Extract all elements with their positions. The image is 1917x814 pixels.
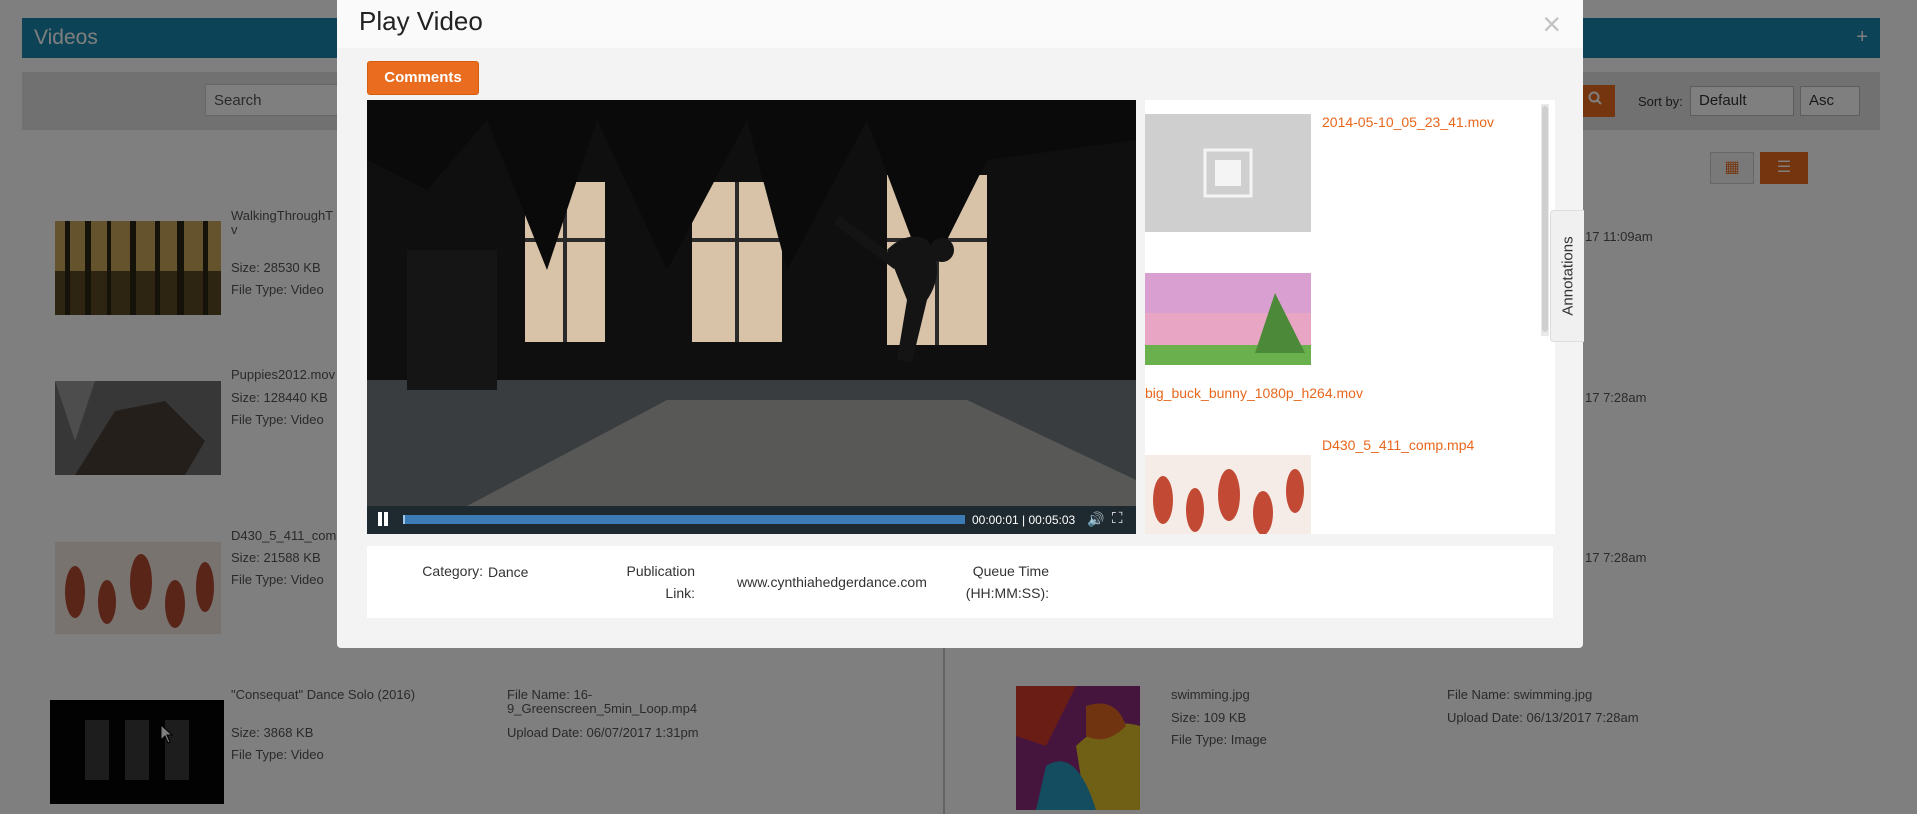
video-placeholder-thumbnail	[1145, 114, 1311, 232]
playlist: 2014-05-10_05_23_41.mov big_buck_bunny_1…	[1145, 100, 1555, 534]
play-video-modal: Play Video × Comments 00:00:01 | 00:05:0…	[337, 0, 1584, 648]
video-player[interactable]: 00:00:01 | 00:05:03 🔊 ⛶	[367, 100, 1136, 534]
playlist-item-name[interactable]: big_buck_bunny_1080p_h264.mov	[1145, 385, 1363, 401]
pause-icon[interactable]	[374, 510, 392, 530]
close-icon[interactable]: ×	[1542, 6, 1561, 43]
progress-fill	[403, 515, 405, 524]
modal-header: Play Video ×	[337, 0, 1583, 48]
video-info-panel: Category: Dance Publication Link: www.cy…	[367, 546, 1553, 618]
video-controls: 00:00:01 | 00:05:03 🔊 ⛶	[367, 506, 1136, 534]
queue-time-label-1: Queue Time	[972, 563, 1049, 579]
comments-button[interactable]: Comments	[367, 61, 479, 95]
playlist-item-name[interactable]: 2014-05-10_05_23_41.mov	[1322, 114, 1494, 130]
annotations-tab-label: Annotations	[1559, 236, 1576, 316]
playlist-scrollbar-thumb[interactable]	[1542, 106, 1548, 332]
fullscreen-icon[interactable]: ⛶	[1112, 510, 1123, 527]
category-value: Dance	[488, 564, 529, 580]
publication-link[interactable]: www.cynthiahedgerdance.com	[737, 574, 927, 590]
video-frame	[367, 100, 1136, 506]
modal-title: Play Video	[359, 6, 483, 36]
volume-icon[interactable]: 🔊	[1087, 511, 1104, 528]
annotations-tab[interactable]: Annotations	[1550, 210, 1584, 342]
video-thumbnail	[1145, 273, 1311, 365]
publication-label-2: Link:	[665, 585, 695, 601]
publication-label-1: Publication	[626, 563, 696, 579]
time-display: 00:00:01 | 00:05:03	[972, 513, 1076, 527]
queue-time-label-2: (HH:MM:SS):	[965, 585, 1049, 601]
progress-bar[interactable]	[403, 515, 965, 524]
category-label: Category:	[422, 563, 483, 579]
playlist-item-name[interactable]: D430_5_411_comp.mp4	[1322, 437, 1474, 453]
video-thumbnail	[1145, 455, 1311, 534]
